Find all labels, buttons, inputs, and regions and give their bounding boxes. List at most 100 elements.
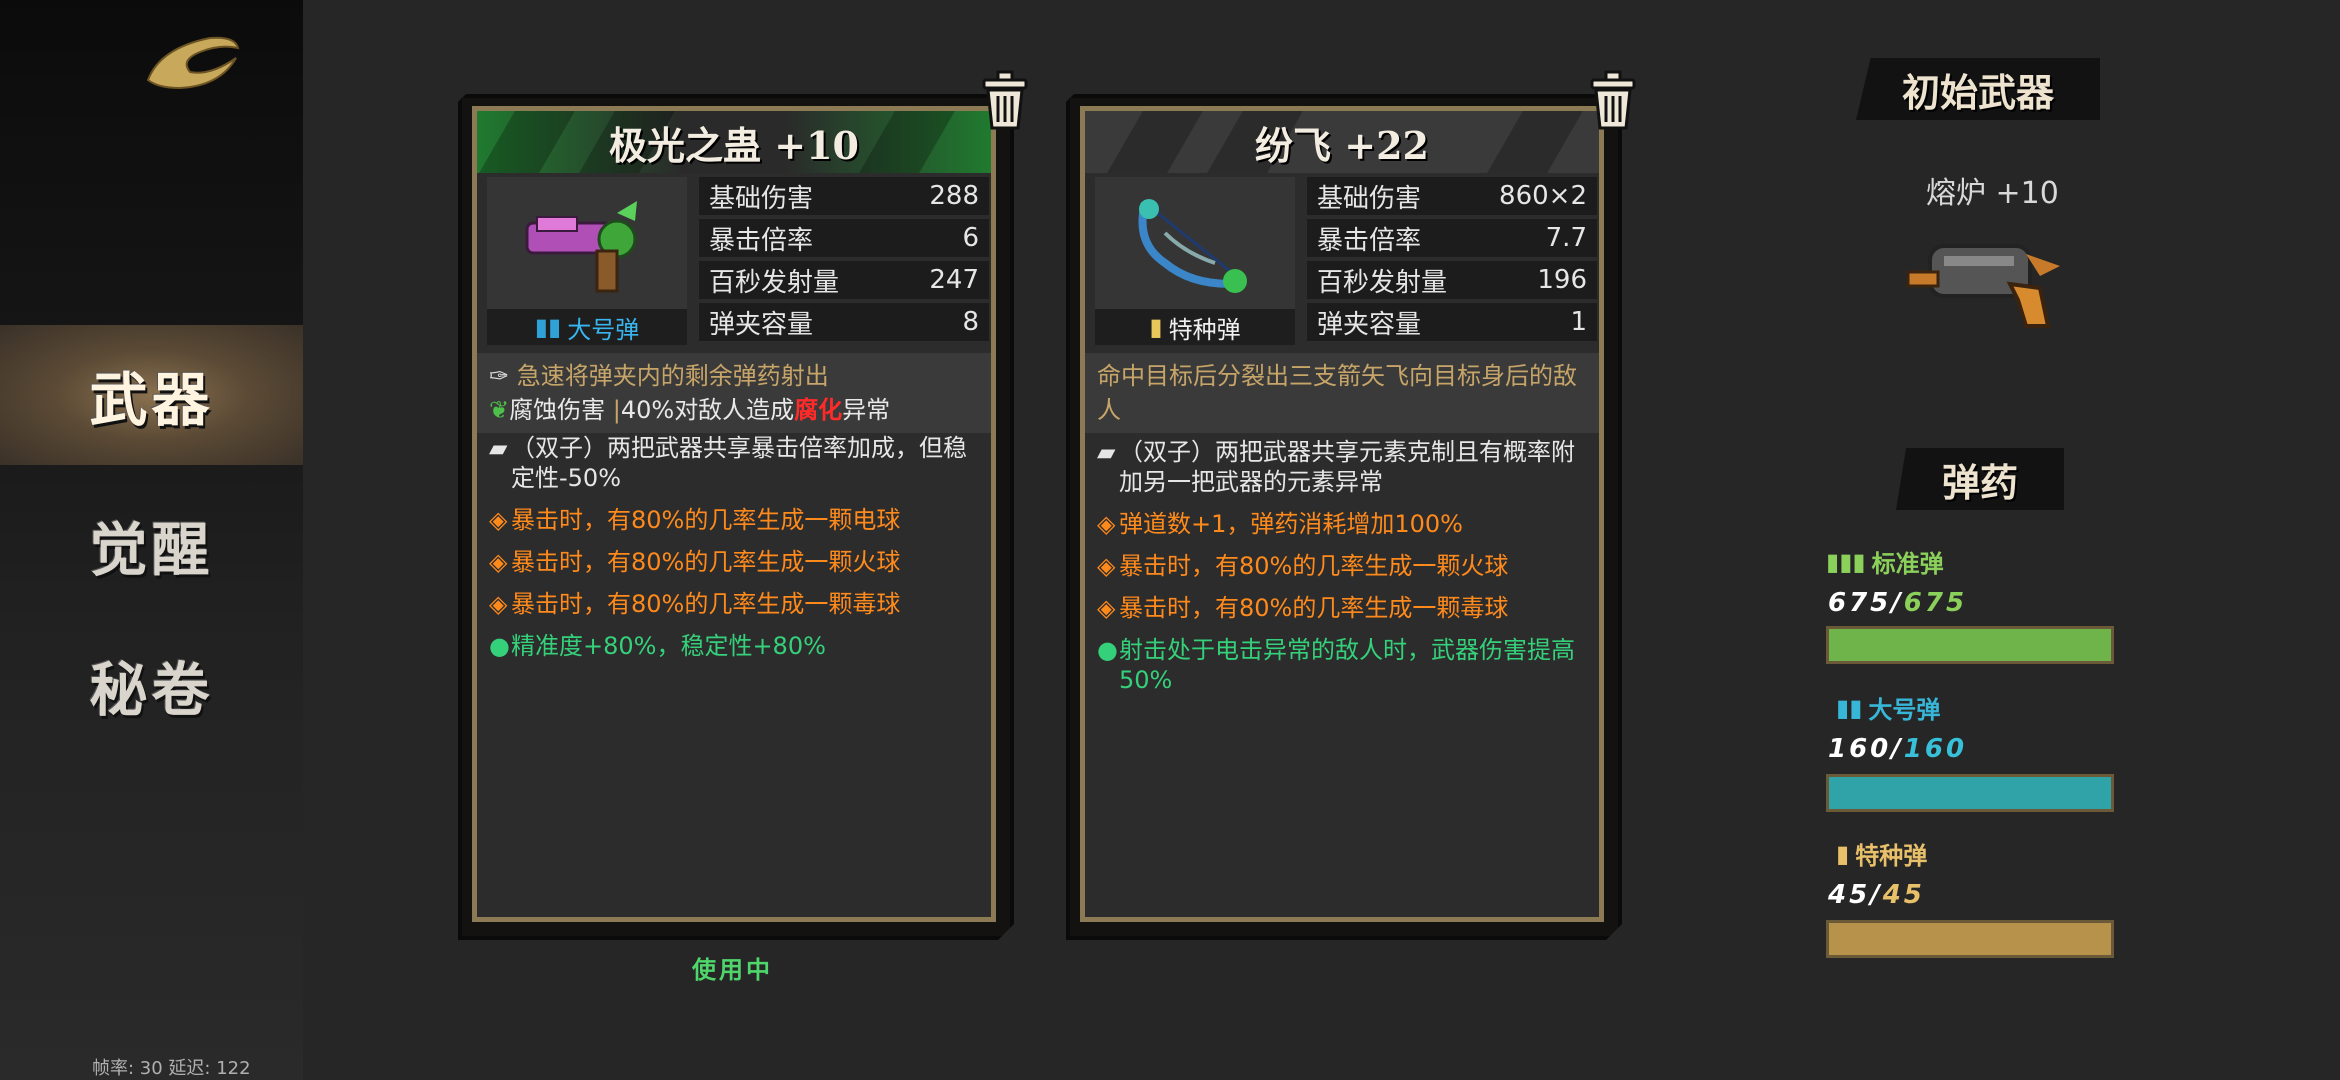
stat-label: 弹夹容量 <box>709 309 814 340</box>
ammo-fill <box>1829 923 2111 955</box>
stat-value: 860×2 <box>1499 181 1587 211</box>
weapon-card-2[interactable]: 纷飞 +22 ▮ 特种弹 基础伤害 860×2 暴击倍率 7.7 百秒发射量 196 … <box>1066 94 1622 940</box>
trash-icon[interactable] <box>1586 70 1640 132</box>
sidebar: 武器 觉醒 秘卷 帧率: 30 延迟: 122 <box>0 0 303 1080</box>
perk-text: 暴击时，有80%的几率生成一颗毒球 <box>511 590 901 618</box>
start-weapon-name: 熔炉 +10 <box>1926 176 2059 211</box>
special-ammo-icon: ▮ <box>1149 313 1163 341</box>
stat-label: 百秒发射量 <box>1317 267 1448 298</box>
weapon-bow-icon <box>1125 193 1265 303</box>
perk-text: 弹道数+1，弹药消耗增加100% <box>1119 510 1463 538</box>
perk-item: ● 精准度+80%，稳定性+80% <box>489 631 979 661</box>
special-ammo-icon: ▮ <box>1836 839 1850 868</box>
perk-text: 暴击时，有80%的几率生成一颗火球 <box>511 548 901 576</box>
stat-label: 百秒发射量 <box>709 267 840 298</box>
weapon-title: 纷飞 +22 <box>1255 123 1429 168</box>
game-logo-icon <box>146 36 240 90</box>
perk-text: 暴击时，有80%的几率生成一颗电球 <box>511 506 901 534</box>
stat-value: 6 <box>962 223 979 253</box>
perk-list: ▰ （双子）两把武器共享元素克制且有概率附加另一把武器的元素异常 ◈ 弹道数+1，弹… <box>1085 437 1599 707</box>
furnace-gun-icon[interactable] <box>1890 226 2070 346</box>
perk-item: ◈ 暴击时，有80%的几率生成一颗电球 <box>489 505 979 535</box>
effect-chance: 40%对敌人造成 <box>620 396 795 424</box>
ammo-fill <box>1829 777 2111 809</box>
perk-text: 射击处于电击异常的敌人时，武器伤害提高50% <box>1119 636 1575 694</box>
perk-bullet: ◈ <box>489 590 508 618</box>
stat-label: 弹夹容量 <box>1317 309 1422 340</box>
perk-bullet: ◈ <box>489 548 508 576</box>
stat-label: 暴击倍率 <box>1317 225 1422 256</box>
ammo-count: 160/160 <box>1828 734 1968 764</box>
perk-text: 暴击时，有80%的几率生成一颗毒球 <box>1119 594 1509 622</box>
ammo-row-large: ▮▮ 大号弹 <box>1836 690 1940 725</box>
perk-item: ▰ （双子）两把武器共享暴击倍率加成，但稳定性-50% <box>489 433 979 493</box>
ammo-type-label: 特种弹 <box>1168 315 1241 344</box>
perk-bullet: ◈ <box>1097 552 1116 580</box>
perk-text: （双子）两把武器共享元素克制且有概率附加另一把武器的元素异常 <box>1119 438 1575 496</box>
stat-row: 弹夹容量 8 <box>699 303 989 341</box>
trash-icon[interactable] <box>978 70 1032 132</box>
effect-suffix: 异常 <box>842 396 891 424</box>
ammo-max: 675 <box>1903 588 1968 618</box>
large-ammo-icon: ▮▮ <box>1836 693 1863 722</box>
perk-item: ◈ 暴击时，有80%的几率生成一颗火球 <box>489 547 979 577</box>
stat-value: 7.7 <box>1545 223 1587 253</box>
ammo-count: 45/45 <box>1828 880 1925 910</box>
ammo-type-tag: ▮ 特种弹 <box>1095 309 1295 345</box>
perk-item: ◈ 弹道数+1，弹药消耗增加100% <box>1097 509 1587 539</box>
ammo-row-special: ▮ 特种弹 <box>1836 836 1927 871</box>
damage-type: 腐蚀伤害 <box>509 396 606 424</box>
stats-table: 基础伤害 288 暴击倍率 6 百秒发射量 247 弹夹容量 8 <box>699 177 989 345</box>
nav-awaken[interactable]: 觉醒 <box>0 475 303 615</box>
weapon-image-area: ▮ 特种弹 <box>1095 177 1295 345</box>
stat-label: 基础伤害 <box>709 183 814 214</box>
standard-ammo-icon: ▮▮▮ <box>1826 547 1866 576</box>
stat-row: 百秒发射量 196 <box>1307 261 1597 299</box>
stat-value: 247 <box>929 265 979 295</box>
stat-row: 百秒发射量 247 <box>699 261 989 299</box>
start-weapon-title: 初始武器 <box>1856 58 2100 120</box>
perk-item: ● 射击处于电击异常的敌人时，武器伤害提高50% <box>1097 635 1587 695</box>
nav-weapons[interactable]: 武器 <box>0 325 303 465</box>
ammo-type-tag: ▮▮ 大号弹 <box>487 309 687 345</box>
ammo-bar <box>1826 920 2114 958</box>
stat-row: 弹夹容量 1 <box>1307 303 1597 341</box>
ammo-current: 160 <box>1828 734 1892 764</box>
perk-bullet: ◈ <box>1097 594 1116 622</box>
perk-text: （双子）两把武器共享暴击倍率加成，但稳定性-50% <box>511 434 967 492</box>
ammo-row-standard: ▮▮▮ 标准弹 <box>1826 544 1944 579</box>
perk-item: ◈ 暴击时，有80%的几率生成一颗毒球 <box>1097 593 1587 623</box>
stats-table: 基础伤害 860×2 暴击倍率 7.7 百秒发射量 196 弹夹容量 1 <box>1307 177 1597 345</box>
weapon-gun-icon <box>517 193 657 303</box>
stat-value: 1 <box>1570 307 1587 337</box>
stat-value: 8 <box>962 307 979 337</box>
in-use-status: 使用中 <box>692 956 773 984</box>
skill-description: 命中目标后分裂出三支箭矢飞向目标身后的敌人 <box>1085 353 1599 433</box>
skill-text: 命中目标后分裂出三支箭矢飞向目标身后的敌人 <box>1097 362 1577 424</box>
stat-row: 基础伤害 288 <box>699 177 989 215</box>
perk-item: ◈ 暴击时，有80%的几率生成一颗毒球 <box>489 589 979 619</box>
skill-icon: ✑ <box>489 362 510 390</box>
stat-row: 暴击倍率 6 <box>699 219 989 257</box>
large-ammo-icon: ▮▮ <box>534 313 562 341</box>
stat-value: 288 <box>929 181 979 211</box>
ammo-current: 45 <box>1828 880 1871 910</box>
effect-name: 腐化 <box>794 396 843 424</box>
ammo-name: 标准弹 <box>1871 550 1944 578</box>
nav-scrolls[interactable]: 秘卷 <box>0 615 303 755</box>
perk-text: 暴击时，有80%的几率生成一颗火球 <box>1119 552 1509 580</box>
ammo-title: 弹药 <box>1896 448 2064 510</box>
perk-bullet: ▰ <box>489 434 508 462</box>
perk-list: ▰ （双子）两把武器共享暴击倍率加成，但稳定性-50% ◈ 暴击时，有80%的几率生… <box>477 433 991 673</box>
perk-text: 精准度+80%，稳定性+80% <box>511 632 826 660</box>
stat-row: 暴击倍率 7.7 <box>1307 219 1597 257</box>
perk-bullet: ◈ <box>1097 510 1116 538</box>
skill-description: ✑ 急速将弹夹内的剩余弹药射出 ❦腐蚀伤害 |40%对敌人造成腐化异常 <box>477 353 991 433</box>
weapon-card-1[interactable]: 极光之蛊 +10 ▮▮ 大号弹 基础伤害 288 暴击倍率 6 百秒发射量 247 弹… <box>458 94 1014 940</box>
weapon-title: 极光之蛊 +10 <box>609 123 859 168</box>
stat-label: 暴击倍率 <box>709 225 814 256</box>
ammo-max: 160 <box>1903 734 1968 764</box>
ammo-bar <box>1826 626 2114 664</box>
ammo-name: 大号弹 <box>1868 696 1941 724</box>
ammo-type-label: 大号弹 <box>567 315 640 344</box>
